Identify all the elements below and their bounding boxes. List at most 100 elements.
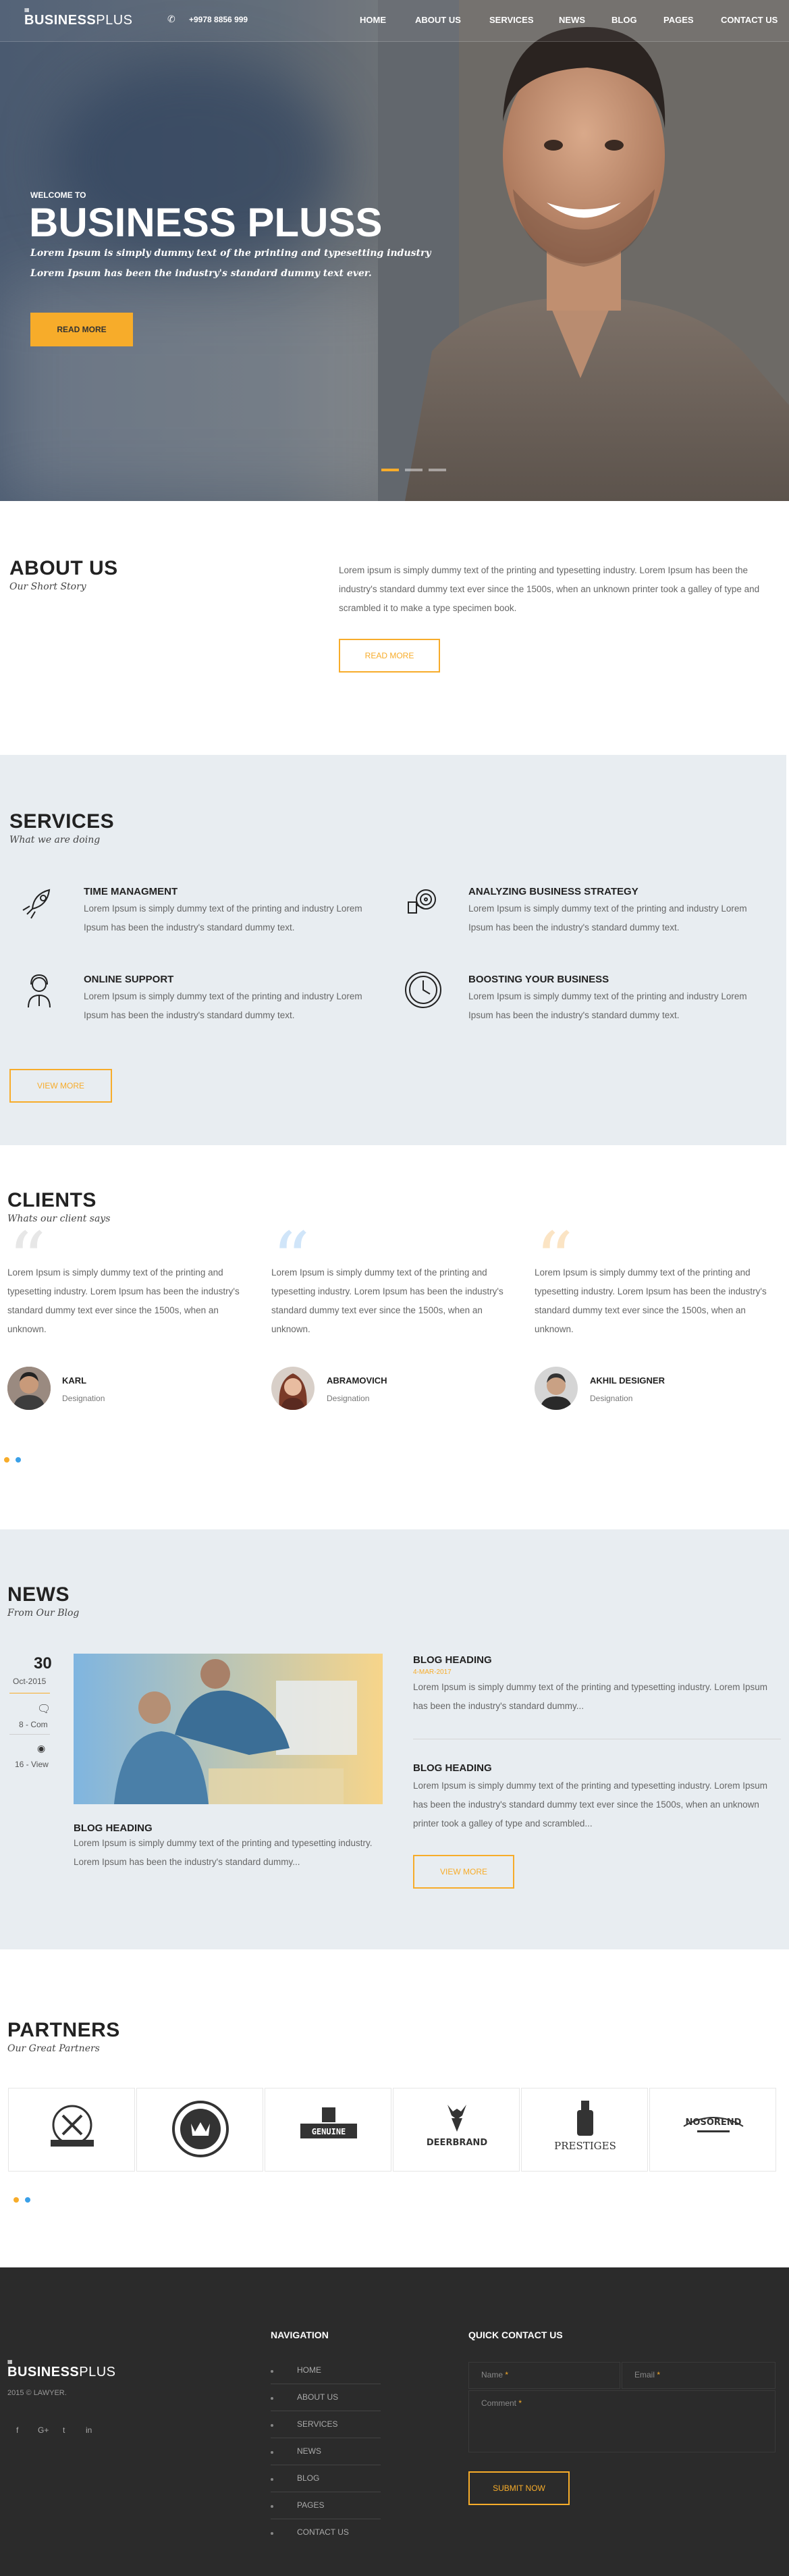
google-plus-icon[interactable]: G+ — [38, 2425, 49, 2435]
hero-person-image — [378, 0, 789, 501]
nav-home[interactable]: HOME — [360, 15, 386, 25]
partner-logo-5[interactable]: PRESTIGES — [521, 2088, 648, 2172]
partner-logo-6-text: NOSOREND — [686, 2118, 742, 2128]
footer-email-field[interactable]: Email * — [622, 2362, 776, 2389]
partners-pager-dot-2[interactable] — [25, 2197, 30, 2203]
hero-read-more-button[interactable]: READ MORE — [30, 313, 133, 346]
news-section: NEWS From Our Blog 30 Oct-2015 🗨 8 - Com… — [0, 1529, 789, 1949]
footer-nav-news[interactable]: NEWS — [297, 2446, 321, 2456]
services-view-more-button[interactable]: VIEW MORE — [9, 1069, 112, 1103]
footer-submit-button[interactable]: SUBMIT NOW — [468, 2471, 570, 2505]
hero-welcome: WELCOME TO — [30, 190, 86, 200]
site-logo[interactable]: ▦ BUSINESSPLUS — [24, 7, 133, 28]
partner-logo-2[interactable] — [136, 2088, 263, 2172]
client-avatar-3 — [535, 1367, 578, 1410]
footer-nav-blog[interactable]: BLOG — [297, 2473, 319, 2483]
email-placeholder: Email — [634, 2370, 655, 2380]
partners-subtitle: Our Great Partners — [7, 2043, 100, 2054]
hero-line-1: Lorem Ipsum is simply dummy text of the … — [30, 248, 431, 259]
services-title: SERVICES — [9, 810, 115, 833]
news-post-text-1: Lorem Ipsum is simply dummy text of the … — [413, 1682, 767, 1711]
news-month: Oct-2015 — [13, 1677, 47, 1686]
partner-logo-4-text: DEERBRAND — [427, 2138, 487, 2148]
footer-logo-main: BUSINESS — [7, 2365, 80, 2380]
news-post-heading-2[interactable]: BLOG HEADING — [413, 1762, 492, 1774]
about-read-more-button[interactable]: READ MORE — [339, 639, 440, 673]
news-post-heading-1[interactable]: BLOG HEADING — [413, 1654, 492, 1666]
slider-dot-2[interactable] — [405, 469, 423, 471]
logo-icon: ▦ — [24, 7, 30, 13]
partners-title: PARTNERS — [7, 2019, 120, 2041]
service-text-4: Lorem Ipsum is simply dummy text of the … — [468, 991, 747, 1020]
partner-logo-3[interactable]: GENUINE — [265, 2088, 391, 2172]
footer: ▦ BUSINESSPLUS 2015 © LAWYER. f G+ t in … — [0, 2267, 789, 2576]
strategy-icon — [408, 889, 436, 914]
footer-nav-pages[interactable]: PAGES — [297, 2500, 324, 2510]
twitter-icon[interactable]: t — [63, 2425, 65, 2435]
client-designation-3: Designation — [590, 1394, 633, 1403]
nav-news[interactable]: NEWS — [559, 15, 585, 25]
phone-number[interactable]: +9978 8856 999 — [189, 15, 248, 24]
about-title: ABOUT US — [9, 557, 118, 579]
clients-pager-dot-2[interactable] — [16, 1457, 21, 1463]
nav-blog[interactable]: BLOG — [611, 15, 637, 25]
footer-logo-thin: PLUS — [79, 2365, 116, 2380]
service-title-2: ANALYZING BUSINESS STRATEGY — [468, 886, 638, 897]
news-featured-heading[interactable]: BLOG HEADING — [74, 1822, 153, 1834]
news-day: 30 — [34, 1654, 52, 1673]
nav-contact-us[interactable]: CONTACT US — [721, 15, 778, 25]
partner-logo-4[interactable]: DEERBRAND — [393, 2088, 520, 2172]
service-text-2: Lorem Ipsum is simply dummy text of the … — [468, 903, 747, 932]
linkedin-icon[interactable]: in — [86, 2425, 92, 2435]
footer-nav-home[interactable]: HOME — [297, 2365, 321, 2375]
footer-logo[interactable]: ▦ BUSINESSPLUS — [7, 2359, 116, 2380]
nav-pages[interactable]: PAGES — [663, 15, 694, 25]
news-title: NEWS — [7, 1583, 70, 1606]
logo-main-text: BUSINESS — [24, 13, 97, 28]
footer-comment-field[interactable]: Comment * — [468, 2390, 776, 2452]
nav-services[interactable]: SERVICES — [489, 15, 534, 25]
service-title-1: TIME MANAGMENT — [84, 886, 178, 897]
news-comments: 8 - Com — [19, 1720, 48, 1729]
news-featured-image[interactable] — [74, 1654, 383, 1804]
eye-icon: ◉ — [37, 1743, 46, 1754]
footer-name-field[interactable]: Name * — [468, 2362, 620, 2389]
services-subtitle: What we are doing — [9, 835, 101, 845]
services-section: SERVICES What we are doing TIME MANAGMEN… — [0, 755, 786, 1145]
footer-logo-icon: ▦ — [7, 2359, 13, 2365]
logo-thin-text: PLUS — [96, 13, 133, 28]
partner-logo-6[interactable]: NOSOREND — [649, 2088, 776, 2172]
nav-about-us[interactable]: ABOUT US — [415, 15, 461, 25]
about-subtitle: Our Short Story — [9, 581, 86, 592]
facebook-icon[interactable]: f — [16, 2425, 18, 2435]
client-name-1: KARL — [62, 1375, 87, 1386]
clients-title: CLIENTS — [7, 1189, 97, 1211]
clients-pager-dot-1[interactable] — [4, 1457, 9, 1463]
comment-icon: 🗨 — [37, 1704, 51, 1715]
footer-contact-title: QUICK CONTACT US — [468, 2330, 563, 2340]
news-views: 16 - View — [15, 1760, 49, 1769]
hero-line-2: Lorem Ipsum has been the industry's stan… — [30, 268, 372, 279]
slider-dot-3[interactable] — [429, 469, 446, 471]
slider-dot-1[interactable] — [381, 469, 399, 471]
client-quote-3: Lorem Ipsum is simply dummy text of the … — [535, 1267, 767, 1334]
hero-title: BUSINESS PLUSS — [29, 200, 383, 245]
client-avatar-2 — [271, 1367, 315, 1410]
news-meta-divider — [9, 1734, 50, 1735]
comment-placeholder: Comment — [481, 2398, 517, 2408]
news-featured-text: Lorem Ipsum is simply dummy text of the … — [74, 1838, 373, 1867]
partner-logo-5-text: PRESTIGES — [554, 2140, 616, 2152]
footer-nav-contact-us[interactable]: CONTACT US — [297, 2527, 349, 2537]
clock-icon — [405, 972, 441, 1008]
partners-pager-dot-1[interactable] — [13, 2197, 19, 2203]
client-quote-1: Lorem Ipsum is simply dummy text of the … — [7, 1267, 240, 1334]
hero-section: ▦ BUSINESSPLUS ✆ +9978 8856 999 HOME ABO… — [0, 0, 789, 501]
footer-nav-about-us[interactable]: ABOUT US — [297, 2392, 338, 2402]
footer-nav-services[interactable]: SERVICES — [297, 2419, 337, 2429]
service-text-3: Lorem Ipsum is simply dummy text of the … — [84, 991, 362, 1020]
partner-logo-1[interactable] — [8, 2088, 135, 2172]
news-post-date-1: 4-MAR-2017 — [413, 1668, 452, 1676]
service-title-3: ONLINE SUPPORT — [84, 974, 174, 985]
service-text-1: Lorem Ipsum is simply dummy text of the … — [84, 903, 362, 932]
news-view-more-button[interactable]: VIEW MORE — [413, 1855, 514, 1889]
